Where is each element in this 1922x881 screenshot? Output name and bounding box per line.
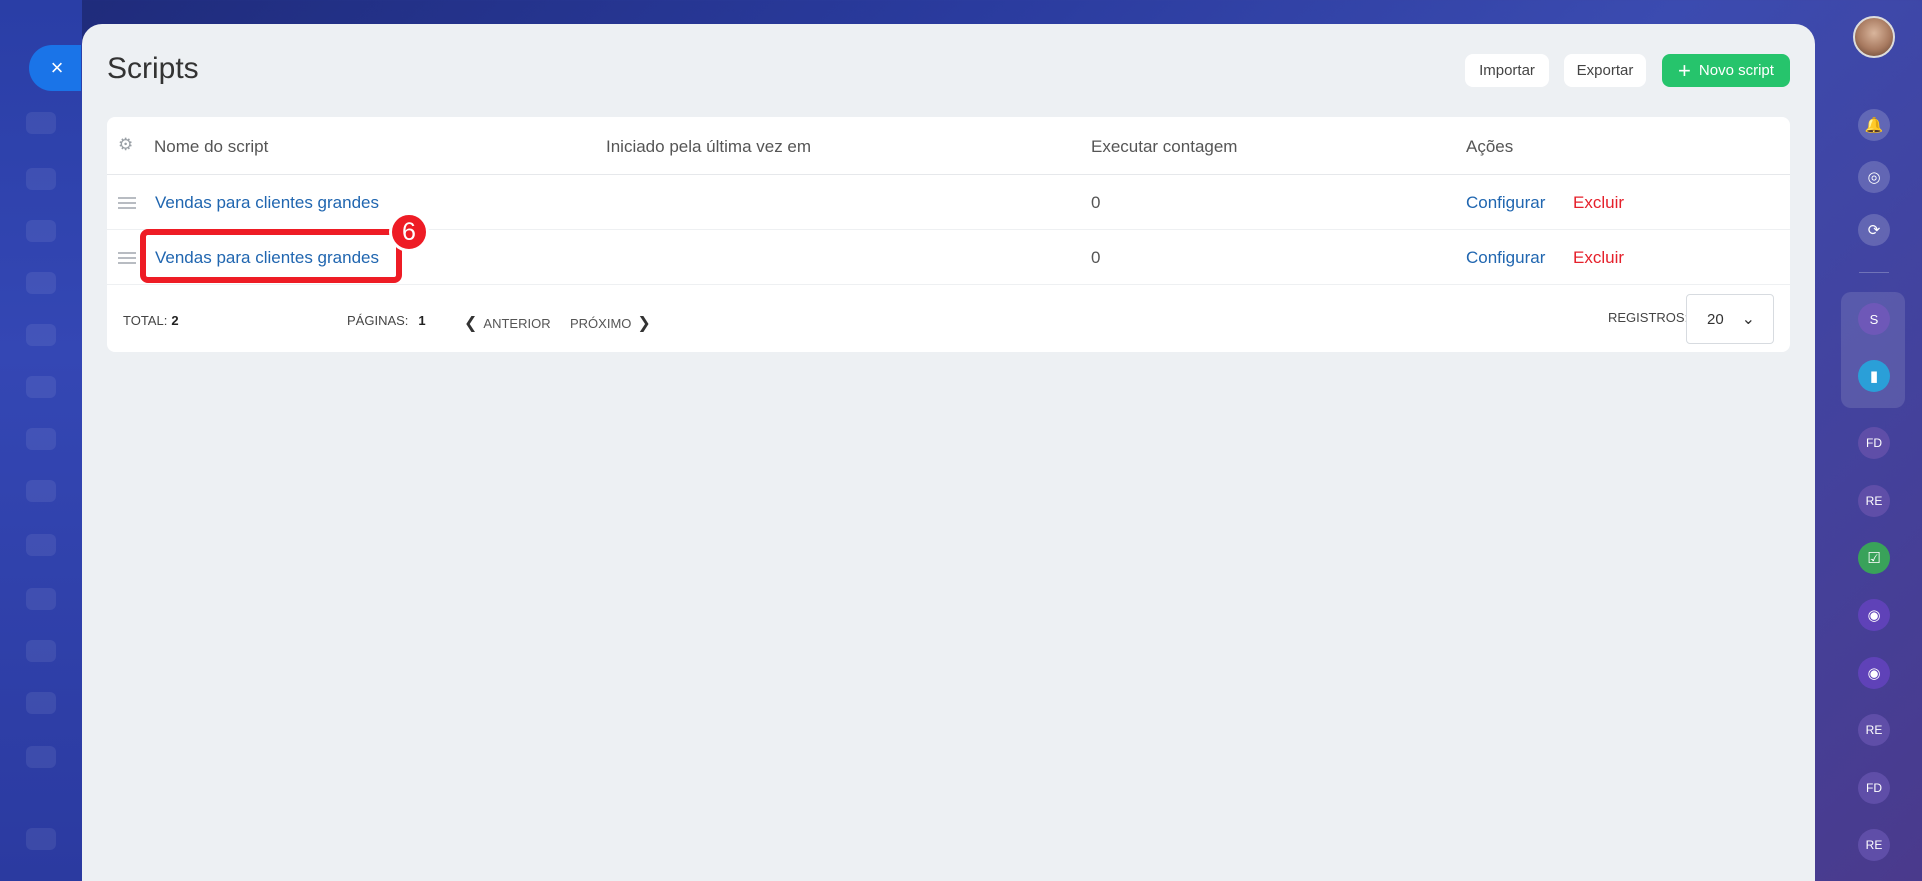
scripts-table: ⚙ Nome do script Iniciado pela última ve… — [107, 117, 1790, 352]
next-page-button[interactable]: PRÓXIMO ❯ — [570, 313, 657, 333]
annotation-highlight-box — [140, 229, 402, 283]
run-count: 0 — [1091, 248, 1101, 267]
ghost-icon — [26, 746, 56, 768]
ghost-icon — [26, 640, 56, 662]
chat-group-icon[interactable]: ◉ — [1858, 657, 1890, 689]
column-header-actions: Ações — [1466, 137, 1514, 156]
drag-handle-icon[interactable] — [118, 197, 136, 209]
chevron-down-icon: ⌄ — [1741, 311, 1755, 328]
export-button[interactable]: Exportar — [1564, 54, 1646, 87]
ghost-icon — [26, 324, 56, 346]
chat-avatar-fd[interactable]: FD — [1858, 427, 1890, 459]
sync-icon[interactable]: ⟳ — [1858, 214, 1890, 246]
ghost-icon — [26, 480, 56, 502]
delete-link[interactable]: Excluir — [1573, 248, 1624, 268]
gear-icon[interactable]: ⚙ — [118, 135, 136, 154]
drag-handle-icon[interactable] — [118, 252, 136, 264]
previous-label: ANTERIOR — [483, 315, 551, 331]
bell-icon[interactable]: 🔔 — [1858, 109, 1890, 141]
table-row: Vendas para clientes grandes 0 Configura… — [107, 175, 1790, 230]
column-header-run-count[interactable]: Executar contagem — [1091, 137, 1237, 157]
chevron-right-icon: ❯ — [637, 315, 651, 332]
target-icon[interactable]: ◎ — [1858, 161, 1890, 193]
chat-group-icon[interactable]: ◉ — [1858, 599, 1890, 631]
records-per-page-select[interactable]: 20 ⌄ — [1686, 294, 1774, 344]
chat-avatar-fd[interactable]: FD — [1858, 772, 1890, 804]
rail-divider — [1859, 272, 1889, 273]
ghost-icon — [26, 534, 56, 556]
new-script-button[interactable]: + Novo script — [1662, 54, 1790, 87]
annotation-step-badge: 6 — [389, 212, 429, 252]
total-value: 2 — [171, 313, 179, 328]
chevron-left-icon: ❮ — [464, 315, 478, 332]
pages-value: 1 — [418, 313, 426, 328]
ghost-icon — [26, 112, 56, 134]
records-label: REGISTROS: — [1608, 310, 1689, 325]
chat-avatar-re[interactable]: RE — [1858, 829, 1890, 861]
page-title: Scripts — [107, 52, 199, 85]
ghost-icon — [26, 272, 56, 294]
records-value: 20 — [1707, 310, 1724, 328]
ghost-icon — [26, 220, 56, 242]
close-slider-button[interactable]: × — [29, 45, 81, 91]
ghost-icon — [26, 428, 56, 450]
pages-count: PÁGINAS: 1 — [347, 313, 426, 328]
ghost-icon — [26, 828, 56, 850]
scripts-panel: Scripts Importar Exportar + Novo script … — [82, 24, 1815, 881]
chat-avatar-s[interactable]: S — [1858, 303, 1890, 335]
column-header-last-started[interactable]: Iniciado pela última vez em — [606, 137, 811, 157]
ghost-icon — [26, 588, 56, 610]
bookmark-icon[interactable]: ▮ — [1858, 360, 1890, 392]
chat-avatar-re[interactable]: RE — [1858, 714, 1890, 746]
total-label: TOTAL: — [123, 313, 168, 328]
column-header-name[interactable]: Nome do script — [154, 137, 268, 157]
ghost-icon — [26, 168, 56, 190]
next-label: PRÓXIMO — [570, 315, 632, 331]
right-sidebar: 🔔 ◎ ⟳ S ▮ FD RE ☑ ◉ ◉ RE FD RE — [1815, 0, 1922, 881]
user-avatar[interactable] — [1853, 16, 1895, 58]
configure-link[interactable]: Configurar — [1466, 248, 1545, 268]
background-left — [0, 0, 82, 881]
close-icon: × — [50, 55, 64, 80]
total-count: TOTAL: 2 — [123, 313, 179, 328]
task-check-icon[interactable]: ☑ — [1858, 542, 1890, 574]
new-script-label: Novo script — [1698, 62, 1774, 79]
delete-link[interactable]: Excluir — [1573, 193, 1624, 213]
previous-page-button[interactable]: ❮ ANTERIOR — [458, 313, 551, 333]
run-count: 0 — [1091, 193, 1101, 212]
configure-link[interactable]: Configurar — [1466, 193, 1545, 213]
chat-avatar-re[interactable]: RE — [1858, 485, 1890, 517]
plus-icon: + — [1678, 57, 1691, 83]
script-name-link[interactable]: Vendas para clientes grandes — [155, 193, 379, 213]
ghost-icon — [26, 692, 56, 714]
pages-label: PÁGINAS: — [347, 313, 409, 328]
ghost-icon — [26, 376, 56, 398]
import-button[interactable]: Importar — [1465, 54, 1549, 87]
table-header: ⚙ Nome do script Iniciado pela última ve… — [107, 117, 1790, 175]
